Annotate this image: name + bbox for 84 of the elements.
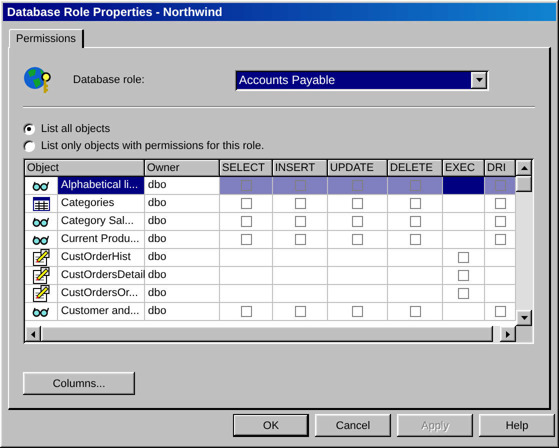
tab[interactable]: Permissions bbox=[9, 29, 84, 48]
up-arrow-icon bbox=[520, 166, 528, 170]
checkbox[interactable] bbox=[410, 306, 420, 317]
checkbox[interactable] bbox=[458, 288, 469, 299]
table-icon bbox=[32, 196, 50, 210]
checkbox[interactable] bbox=[494, 180, 506, 191]
checkbox[interactable] bbox=[494, 234, 506, 245]
scroll-up-button[interactable] bbox=[516, 160, 532, 176]
column-header[interactable]: UPDATE bbox=[328, 160, 388, 177]
left-arrow-icon bbox=[31, 330, 35, 338]
down-arrow-icon bbox=[520, 316, 528, 320]
checkbox[interactable] bbox=[352, 180, 363, 191]
table-cell: dbo bbox=[145, 267, 220, 285]
checkbox[interactable] bbox=[352, 234, 363, 245]
checkbox[interactable] bbox=[494, 306, 506, 317]
table-cell[interactable]: Categories bbox=[58, 195, 145, 213]
column-header[interactable]: INSERT bbox=[273, 160, 328, 177]
checkbox[interactable] bbox=[494, 198, 506, 209]
table-cell: dbo bbox=[145, 195, 220, 213]
checkbox[interactable] bbox=[240, 306, 252, 317]
checkbox[interactable] bbox=[352, 216, 363, 227]
checkbox[interactable] bbox=[294, 216, 306, 227]
table-cell: dbo bbox=[145, 303, 220, 321]
checkbox[interactable] bbox=[410, 198, 420, 209]
checkbox[interactable] bbox=[458, 252, 469, 263]
checkbox[interactable] bbox=[494, 216, 506, 227]
table-cell bbox=[220, 267, 273, 285]
checkbox[interactable] bbox=[294, 180, 306, 191]
table-cell[interactable]: Category Sal... bbox=[58, 213, 145, 231]
column-header[interactable]: DRI bbox=[485, 160, 516, 177]
column-header[interactable]: DELETE bbox=[388, 160, 443, 177]
scroll-down-button[interactable] bbox=[516, 310, 532, 326]
glasses-icon bbox=[32, 234, 50, 244]
checkbox[interactable] bbox=[410, 180, 420, 191]
dialog-button[interactable]: Help bbox=[479, 414, 555, 437]
checkbox[interactable] bbox=[458, 270, 469, 281]
script-pencil-icon bbox=[32, 285, 50, 302]
table-cell: dbo bbox=[145, 213, 220, 231]
right-arrow-icon bbox=[506, 330, 510, 338]
table-cell bbox=[273, 267, 328, 285]
scroll-thumb[interactable] bbox=[516, 176, 532, 192]
table-cell[interactable]: CustOrderHist bbox=[58, 249, 145, 267]
table-cell bbox=[328, 267, 388, 285]
window-title: Database Role Properties - Northwind bbox=[3, 3, 556, 21]
checkbox[interactable] bbox=[294, 306, 306, 317]
glasses-icon bbox=[32, 216, 50, 226]
checkbox[interactable] bbox=[240, 234, 252, 245]
column-header[interactable]: Owner bbox=[145, 160, 220, 177]
checkbox[interactable] bbox=[240, 180, 252, 191]
table-cell[interactable]: Customer and... bbox=[58, 303, 145, 321]
dialog-button[interactable]: Cancel bbox=[315, 414, 391, 437]
column-header[interactable]: Object bbox=[25, 160, 145, 177]
dialog-button[interactable]: OK bbox=[233, 414, 309, 437]
scroll-right-button[interactable] bbox=[500, 326, 516, 342]
checkbox[interactable] bbox=[352, 198, 363, 209]
checkbox[interactable] bbox=[294, 234, 306, 245]
table-cell[interactable]: Alphabetical li... bbox=[58, 177, 145, 195]
table-cell[interactable]: CustOrdersOr... bbox=[58, 285, 145, 303]
scroll-thumb[interactable] bbox=[41, 326, 493, 342]
radio-option[interactable]: List all objects bbox=[23, 120, 535, 137]
column-header[interactable]: SELECT bbox=[220, 160, 273, 177]
column-header[interactable]: EXEC bbox=[443, 160, 485, 177]
columns-button[interactable]: Columns... bbox=[23, 372, 135, 395]
checkbox[interactable] bbox=[294, 198, 306, 209]
checkbox[interactable] bbox=[410, 234, 420, 245]
checkbox[interactable] bbox=[240, 216, 252, 227]
caret-icon bbox=[476, 78, 482, 82]
checkbox[interactable] bbox=[352, 306, 363, 317]
table-cell: dbo bbox=[145, 249, 220, 267]
table-cell[interactable]: CustOrdersDetail bbox=[58, 267, 145, 285]
script-pencil-icon bbox=[32, 267, 50, 284]
glasses-icon bbox=[32, 306, 50, 316]
table-cell: dbo bbox=[145, 285, 220, 303]
scroll-left-button[interactable] bbox=[25, 326, 41, 342]
glasses-icon bbox=[32, 180, 50, 190]
checkbox[interactable] bbox=[410, 216, 420, 227]
table-cell: dbo bbox=[145, 231, 220, 249]
script-pencil-icon bbox=[32, 249, 50, 266]
dropdown-button[interactable] bbox=[471, 72, 487, 88]
role-dropdown[interactable]: Accounts Payable bbox=[235, 70, 489, 90]
field-label: Database role: bbox=[73, 74, 146, 86]
checkbox[interactable] bbox=[240, 198, 252, 209]
table-cell[interactable]: Current Produ... bbox=[58, 231, 145, 249]
radio-option[interactable]: List only objects with permissions for this role. bbox=[23, 137, 535, 154]
